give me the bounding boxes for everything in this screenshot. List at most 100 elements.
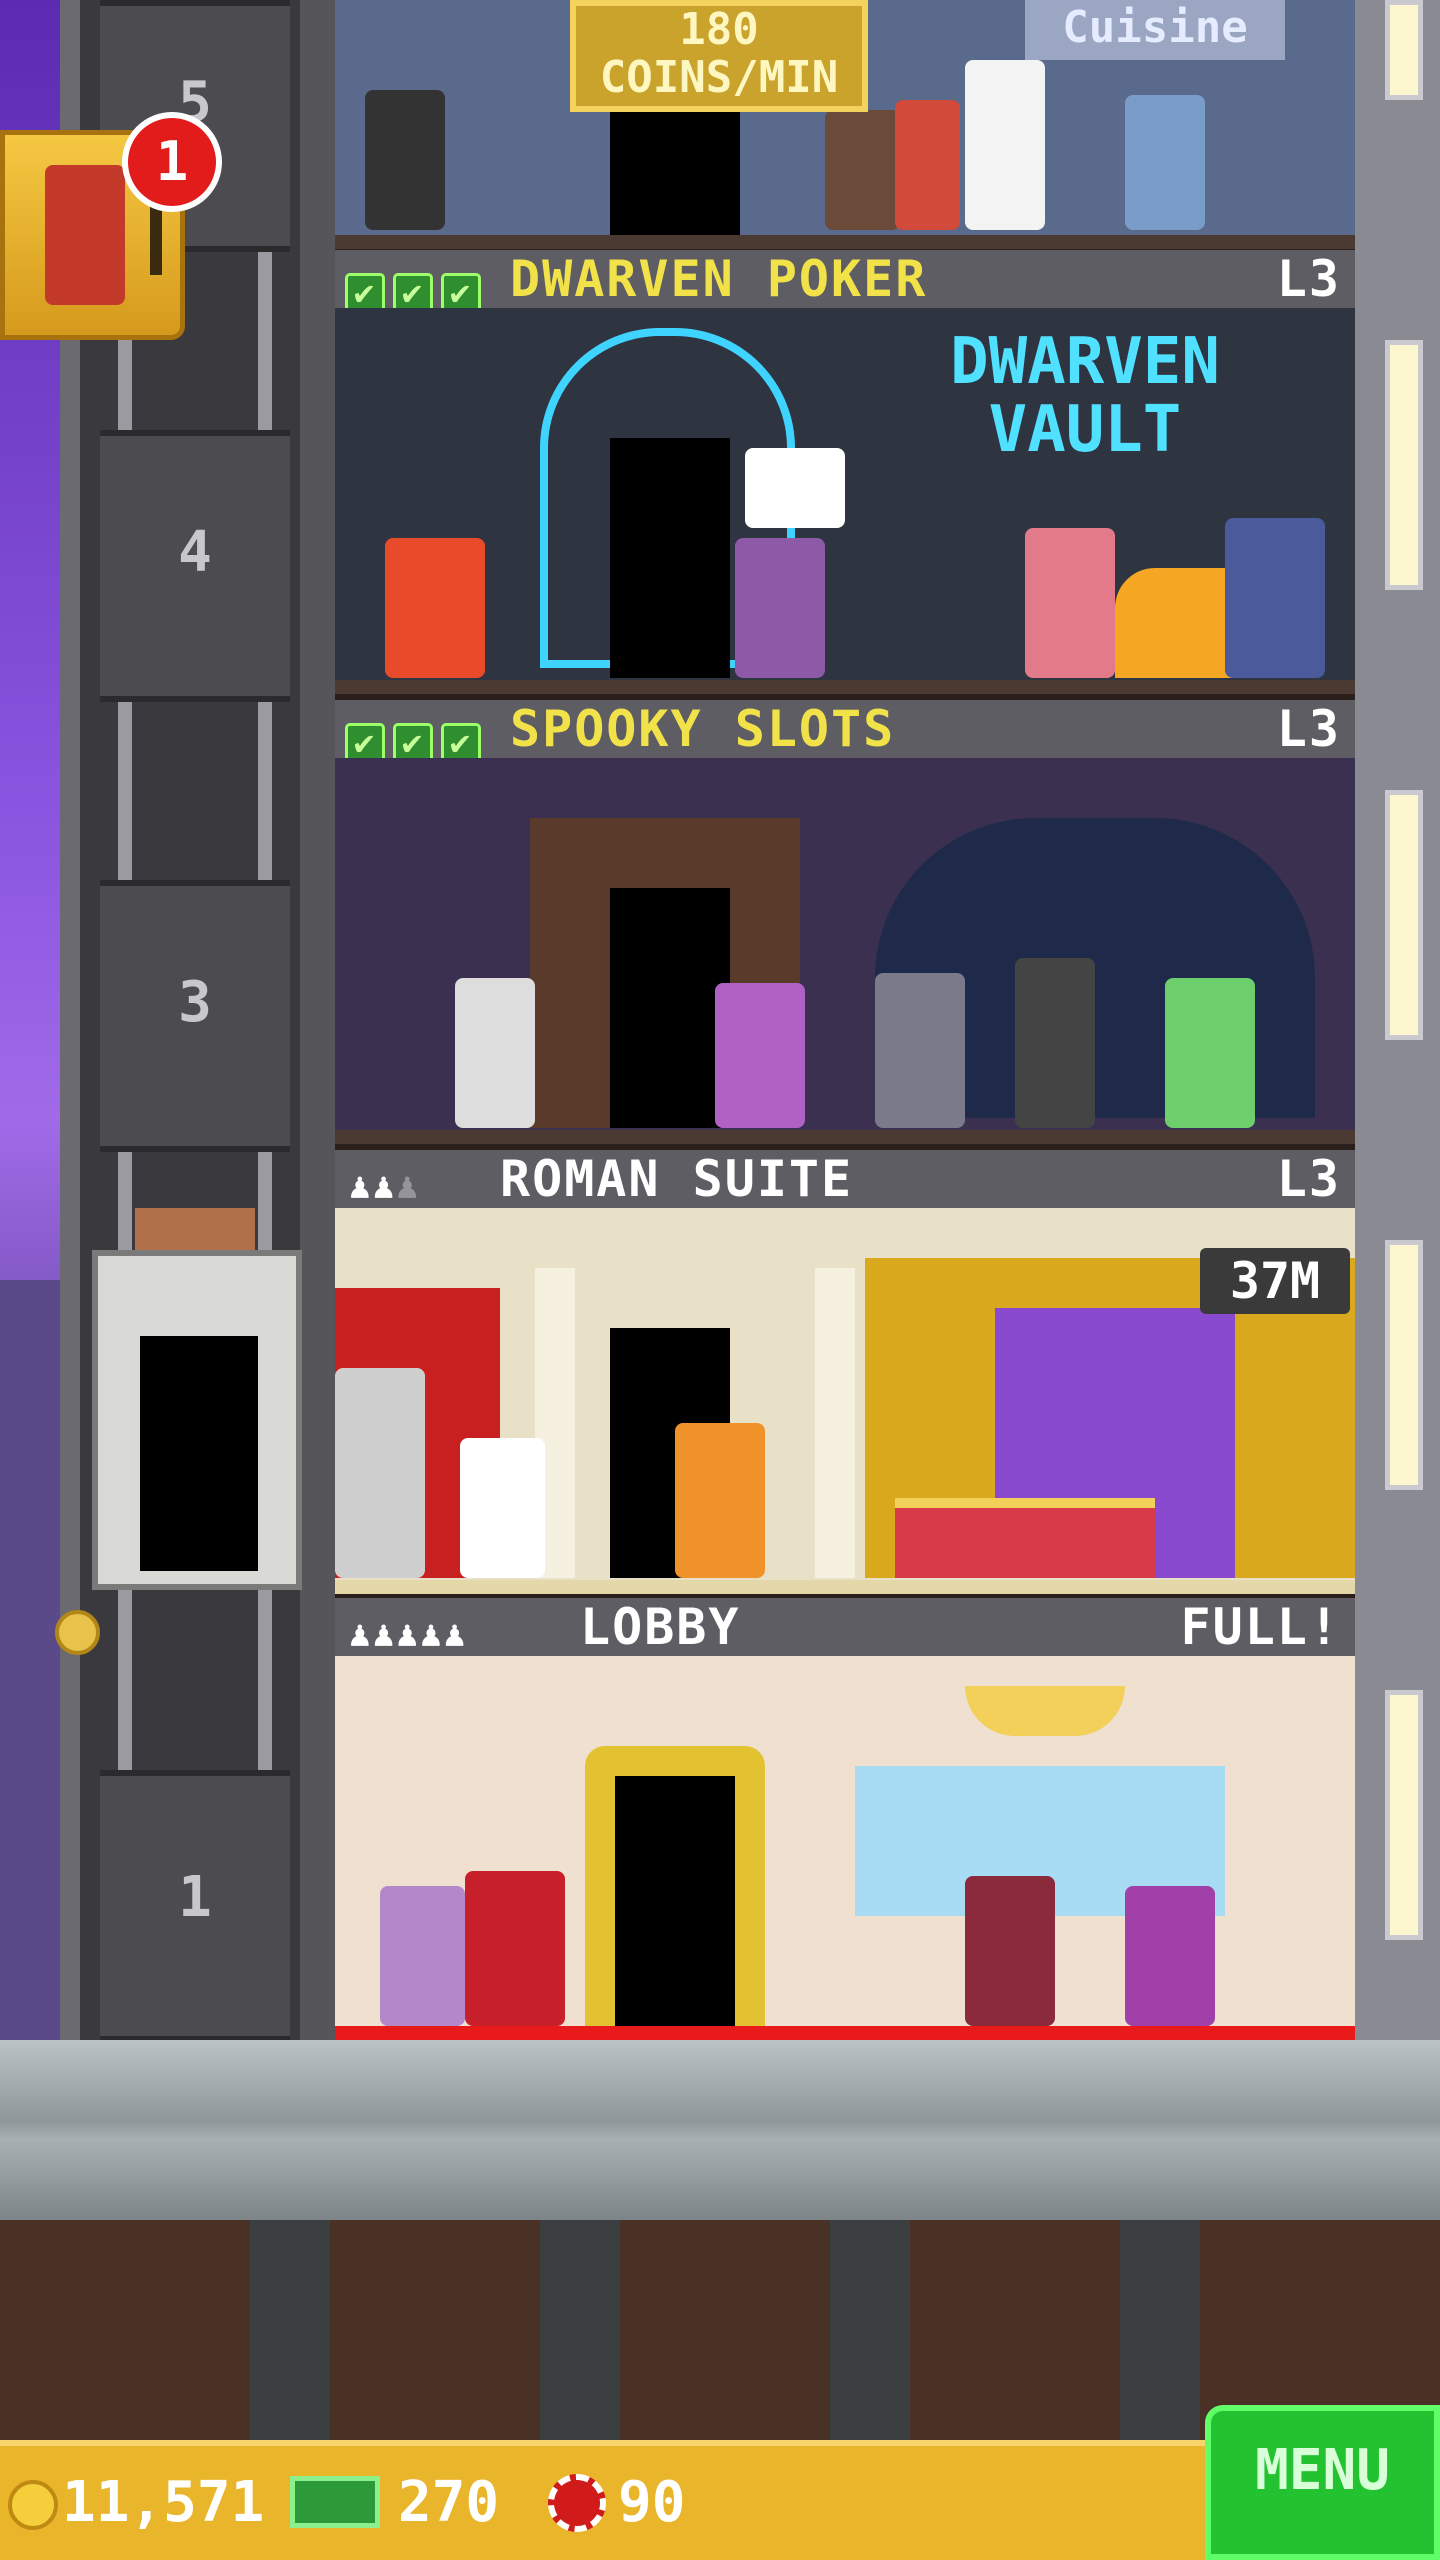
- person-icon: ♟: [349, 1166, 373, 1207]
- floor-banner-lobby[interactable]: ♟♟♟♟♟ LOBBY FULL!: [335, 1598, 1355, 1656]
- waiter-sprite[interactable]: [365, 90, 445, 230]
- floor-level: L3: [1276, 1150, 1341, 1208]
- tower-window: [1385, 790, 1423, 1040]
- menu-button[interactable]: MENU: [1205, 2405, 1440, 2560]
- floor-divider: [335, 1580, 1355, 1594]
- floor-divider: [335, 680, 1355, 694]
- resource-bar: 11,571 270 90: [0, 2440, 1210, 2560]
- coin-icon: [8, 2480, 58, 2530]
- guest-sprite[interactable]: [1125, 1886, 1215, 2026]
- coins-per-min-box[interactable]: 180 COINS/MIN: [570, 0, 868, 112]
- chips-count[interactable]: 90: [618, 2470, 685, 2535]
- speech-bubble[interactable]: [745, 448, 845, 528]
- chandelier: [965, 1686, 1125, 1736]
- bux-icon: [290, 2476, 380, 2528]
- person-icon: ♟: [372, 1614, 397, 1655]
- guest-sprite[interactable]: [825, 110, 900, 230]
- alert-icon: [150, 205, 162, 275]
- floor-room-dwarven-poker[interactable]: DWARVEN VAULT: [335, 308, 1355, 680]
- underground-pillar: [830, 2220, 910, 2440]
- coins-count[interactable]: 11,571: [62, 2470, 264, 2535]
- guest-sprite[interactable]: [895, 100, 960, 230]
- city-skyline: [0, 1280, 60, 2040]
- shaft-wall-right: [300, 0, 335, 2040]
- coins-rate-unit: COINS/MIN: [599, 52, 839, 103]
- bux-count[interactable]: 270: [398, 2470, 499, 2535]
- guest-sprite[interactable]: [1125, 95, 1205, 230]
- floor-level: L3: [1276, 250, 1341, 308]
- floor-room-roman-suite[interactable]: 37M: [335, 1208, 1355, 1580]
- floor-status: FULL!: [1180, 1598, 1341, 1656]
- underground-pillar: [1120, 2220, 1200, 2440]
- floor-name: LOBBY: [580, 1598, 741, 1656]
- guest-sprite[interactable]: [965, 1876, 1055, 2026]
- guest-sprite[interactable]: [1025, 528, 1115, 678]
- cuisine-sign: Cuisine: [1025, 0, 1285, 60]
- coin-drop-icon[interactable]: [55, 1610, 100, 1655]
- tower-window: [1385, 1240, 1423, 1490]
- room-door: [610, 110, 740, 235]
- check-icon: ✔: [393, 273, 433, 313]
- guest-sprite[interactable]: [675, 1423, 765, 1578]
- room-door: [610, 888, 730, 1128]
- floor-banner-spooky-slots[interactable]: ✔ ✔ ✔ SPOOKY SLOTS L3: [335, 700, 1355, 763]
- check-icon: ✔: [393, 723, 433, 763]
- elevator-cabin[interactable]: [92, 1250, 302, 1590]
- guest-sprite[interactable]: [1165, 978, 1255, 1128]
- chaise-lounge: [895, 1498, 1155, 1578]
- underground-pillar: [540, 2220, 620, 2440]
- floor-banner-dwarven-poker[interactable]: ✔ ✔ ✔ DWARVEN POKER L3: [335, 250, 1355, 313]
- person-icon: ♟: [349, 1614, 373, 1655]
- vault-sign: DWARVEN VAULT: [950, 325, 1220, 467]
- check-icon: ✔: [345, 723, 385, 763]
- tower-window: [1385, 0, 1423, 100]
- chip-icon: [548, 2474, 606, 2532]
- slot-machine[interactable]: [455, 978, 535, 1128]
- elevator-door: [140, 1336, 258, 1571]
- guest-sprite[interactable]: [460, 1438, 545, 1578]
- bellhop-sprite[interactable]: [465, 1871, 565, 2026]
- tower-foundation: [0, 2040, 1440, 2220]
- person-icon: ♟: [372, 1166, 397, 1207]
- check-icon: ✔: [345, 273, 385, 313]
- guest-sprite[interactable]: [715, 983, 805, 1128]
- statue-sprite: [335, 1368, 425, 1578]
- chef-sprite[interactable]: [965, 60, 1045, 230]
- shaft-floor-number: 4: [178, 520, 212, 585]
- person-icon: ♟: [420, 1614, 444, 1655]
- room-door: [610, 438, 730, 678]
- zombie-sprite[interactable]: [875, 973, 965, 1128]
- guest-sprite[interactable]: [735, 538, 825, 678]
- tower-window: [1385, 340, 1423, 590]
- floor-timer: 37M: [1200, 1248, 1350, 1314]
- tower-window: [1385, 1690, 1423, 1940]
- lobby-door[interactable]: [615, 1776, 735, 2026]
- slot-machine[interactable]: [1015, 958, 1095, 1128]
- underground-pillar: [250, 2220, 330, 2440]
- person-icon: ♟: [396, 1614, 421, 1655]
- shaft-floor-number: 3: [178, 970, 212, 1035]
- floor-name: DWARVEN POKER: [510, 250, 928, 308]
- lobby-carpet: [335, 2026, 1355, 2040]
- column: [815, 1268, 855, 1578]
- guest-sprite[interactable]: [380, 1886, 465, 2026]
- elevator-cabin-top: [135, 1208, 255, 1250]
- floor-name: ROMAN SUITE: [500, 1150, 854, 1208]
- dwarf-sprite[interactable]: [385, 538, 485, 678]
- floor-room-lobby[interactable]: [335, 1656, 1355, 2026]
- floor-room-spooky-slots[interactable]: [335, 758, 1355, 1130]
- notification-badge: 1: [122, 112, 222, 212]
- floor-name: SPOOKY SLOTS: [510, 700, 896, 758]
- bellhop-icon: [45, 165, 125, 305]
- person-icon: ♟: [396, 1166, 421, 1207]
- shaft-floor-number: 1: [178, 1865, 212, 1930]
- coins-rate-value: 180: [679, 4, 759, 55]
- dwarf-sprite[interactable]: [1225, 518, 1325, 678]
- check-icon: ✔: [441, 273, 481, 313]
- floor-divider: [335, 235, 1355, 249]
- floor-divider: [335, 1130, 1355, 1144]
- check-icon: ✔: [441, 723, 481, 763]
- floor-banner-roman-suite[interactable]: ♟♟♟ ROMAN SUITE L3: [335, 1150, 1355, 1208]
- floor-level: L3: [1276, 700, 1341, 758]
- person-icon: ♟: [443, 1614, 468, 1655]
